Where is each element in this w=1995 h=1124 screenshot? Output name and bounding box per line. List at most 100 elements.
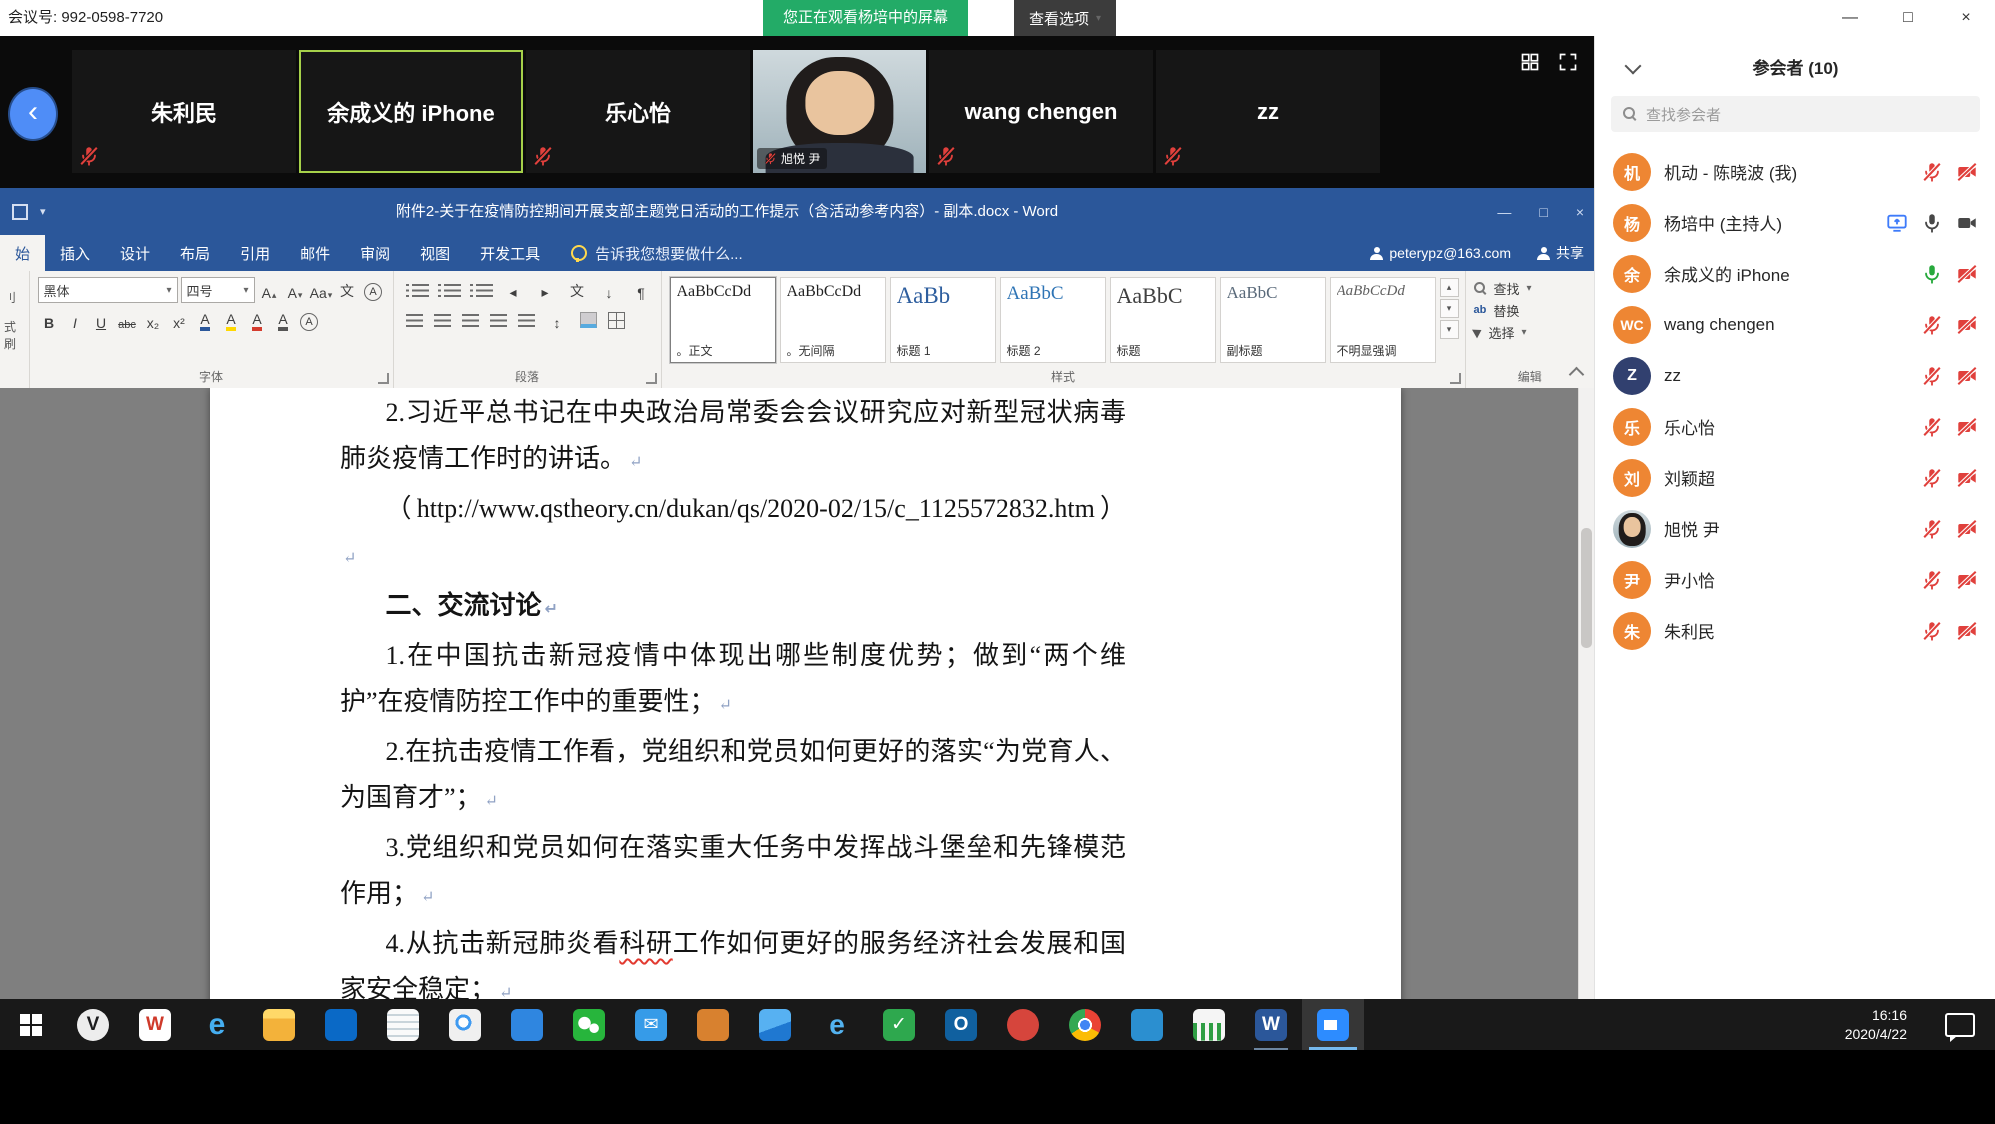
camera-icon[interactable] [1956, 161, 1978, 183]
participant-row-host[interactable]: 杨 杨培中 (主持人) [1595, 197, 1995, 248]
bullets-icon[interactable] [406, 284, 429, 297]
style-subtitle[interactable]: AaBbC 副标题 [1220, 277, 1326, 363]
character-shading-button[interactable]: A [272, 307, 295, 333]
taskbar-icon-voov[interactable]: V [62, 999, 124, 1050]
camera-icon[interactable] [1956, 518, 1978, 540]
tab-design[interactable]: 设计 [105, 235, 165, 271]
taskbar-icon-ie[interactable]: e [806, 999, 868, 1050]
participant-search-input[interactable]: 查找参会者 [1611, 96, 1980, 132]
camera-icon[interactable] [1956, 212, 1978, 234]
camera-icon[interactable] [1956, 263, 1978, 285]
mic-icon[interactable] [1921, 416, 1943, 438]
style-subtle-emphasis[interactable]: AaBbCcDd 不明显强调 [1330, 277, 1436, 363]
paragraph-dialog-launcher[interactable] [646, 373, 657, 384]
format-painter-fragment[interactable]: 式刷 [4, 318, 27, 352]
document-scrollbar[interactable] [1578, 388, 1594, 999]
mic-icon[interactable] [1921, 569, 1943, 591]
camera-icon[interactable] [1956, 620, 1978, 642]
video-tile[interactable]: 朱利民 [72, 50, 296, 173]
action-center-icon[interactable] [1945, 1013, 1975, 1037]
maximize-button[interactable]: □ [1879, 0, 1937, 36]
find-button[interactable]: 查找 ▾ [1474, 277, 1587, 299]
taskbar-icon-meeting[interactable] [1302, 999, 1364, 1050]
tab-insert[interactable]: 插入 [45, 235, 105, 271]
taskbar-icon-app-blue[interactable] [496, 999, 558, 1050]
styles-scroll-down[interactable]: ▾ [1440, 299, 1459, 318]
increase-indent-icon[interactable]: ▸ [534, 277, 557, 303]
taskbar-icon-chrome[interactable] [1054, 999, 1116, 1050]
save-icon[interactable] [12, 204, 28, 220]
document-page[interactable]: 2.习近平总书记在中央政治局常委会会议研究应对新型冠状病毒肺炎疫情工作时的讲话。… [210, 388, 1401, 999]
borders-icon[interactable] [608, 312, 625, 329]
start-button[interactable] [0, 999, 62, 1050]
scrollbar-thumb[interactable] [1581, 528, 1592, 648]
word-close-button[interactable]: × [1576, 204, 1584, 220]
taskbar-icon-app-orange[interactable] [682, 999, 744, 1050]
select-button[interactable]: 选择 ▾ [1474, 321, 1587, 343]
mic-icon[interactable] [1921, 212, 1943, 234]
mic-icon[interactable] [1921, 518, 1943, 540]
font-color-button[interactable]: A [246, 307, 269, 333]
camera-icon[interactable] [1956, 314, 1978, 336]
justify-icon[interactable] [490, 314, 507, 327]
align-right-icon[interactable] [462, 314, 479, 327]
camera-icon[interactable] [1956, 365, 1978, 387]
distribute-icon[interactable] [518, 314, 535, 327]
mic-icon[interactable] [1921, 620, 1943, 642]
fullscreen-icon[interactable] [1558, 52, 1578, 72]
taskbar-icon-vscode[interactable] [1116, 999, 1178, 1050]
participant-row[interactable]: 旭悦 尹 [1595, 503, 1995, 554]
tab-mailings[interactable]: 邮件 [285, 235, 345, 271]
participant-row[interactable]: 尹 尹小恰 [1595, 554, 1995, 605]
font-size-combo[interactable]: 四号 ▾ [181, 277, 255, 303]
mic-icon[interactable] [1921, 161, 1943, 183]
tell-me-box[interactable]: 告诉我您想要做什么... [571, 235, 743, 271]
participant-row[interactable]: 乐 乐心怡 [1595, 401, 1995, 452]
minimize-button[interactable]: — [1821, 0, 1879, 36]
account-button[interactable]: peterypz@163.com [1370, 245, 1511, 261]
change-case-button[interactable]: Aa▾ [310, 277, 333, 303]
underline-button[interactable]: U [90, 307, 113, 333]
replace-button[interactable]: ab 替换 [1474, 299, 1587, 321]
tab-view[interactable]: 视图 [405, 235, 465, 271]
mic-icon[interactable] [1921, 263, 1943, 285]
taskbar-icon-explorer[interactable] [248, 999, 310, 1050]
taskbar-icon-search[interactable] [434, 999, 496, 1050]
tab-developer[interactable]: 开发工具 [465, 235, 555, 271]
style-heading2[interactable]: AaBbC 标题 2 [1000, 277, 1106, 363]
mic-icon[interactable] [1921, 314, 1943, 336]
align-left-icon[interactable] [406, 314, 423, 327]
subscript-button[interactable]: x₂ [142, 307, 165, 333]
collapse-panel-icon[interactable] [1625, 58, 1642, 75]
taskbar-clock[interactable]: 16:16 2020/4/22 [1845, 999, 1907, 1050]
tab-layout[interactable]: 布局 [165, 235, 225, 271]
chevron-down-icon[interactable]: ▾ [40, 205, 46, 218]
camera-icon[interactable] [1956, 569, 1978, 591]
asian-layout-icon[interactable]: 文 [566, 277, 589, 303]
taskbar-icon-chart[interactable] [1178, 999, 1240, 1050]
align-center-icon[interactable] [434, 314, 451, 327]
taskbar-icon-notepad[interactable] [372, 999, 434, 1050]
sort-icon[interactable]: ↓ [598, 277, 621, 303]
numbering-icon[interactable] [438, 284, 461, 297]
participant-row[interactable]: WC wang chengen [1595, 299, 1995, 350]
tab-references[interactable]: 引用 [225, 235, 285, 271]
taskbar-icon-photos[interactable] [744, 999, 806, 1050]
styles-gallery-more[interactable]: ▾ [1440, 320, 1459, 339]
view-options-button[interactable]: 查看选项 ▾ [1014, 0, 1116, 36]
participant-row[interactable]: 机 机动 - 陈晓波 (我) [1595, 146, 1995, 197]
participant-row[interactable]: 朱 朱利民 [1595, 605, 1995, 656]
italic-button[interactable]: I [64, 307, 87, 333]
participant-row[interactable]: Z zz [1595, 350, 1995, 401]
camera-icon[interactable] [1956, 467, 1978, 489]
taskbar-icon-outlook[interactable]: O [930, 999, 992, 1050]
style-heading1[interactable]: AaBb 标题 1 [890, 277, 996, 363]
highlight-color-button[interactable]: A [220, 307, 243, 333]
style-title[interactable]: AaBbC 标题 [1110, 277, 1216, 363]
style-normal[interactable]: AaBbCcDd 。正文 [670, 277, 776, 363]
word-restore-button[interactable]: □ [1539, 204, 1547, 220]
shrink-font-button[interactable]: A▾ [284, 277, 307, 303]
text-effects-button[interactable]: A [194, 307, 217, 333]
tab-review[interactable]: 审阅 [345, 235, 405, 271]
participant-row[interactable]: 刘 刘颖超 [1595, 452, 1995, 503]
